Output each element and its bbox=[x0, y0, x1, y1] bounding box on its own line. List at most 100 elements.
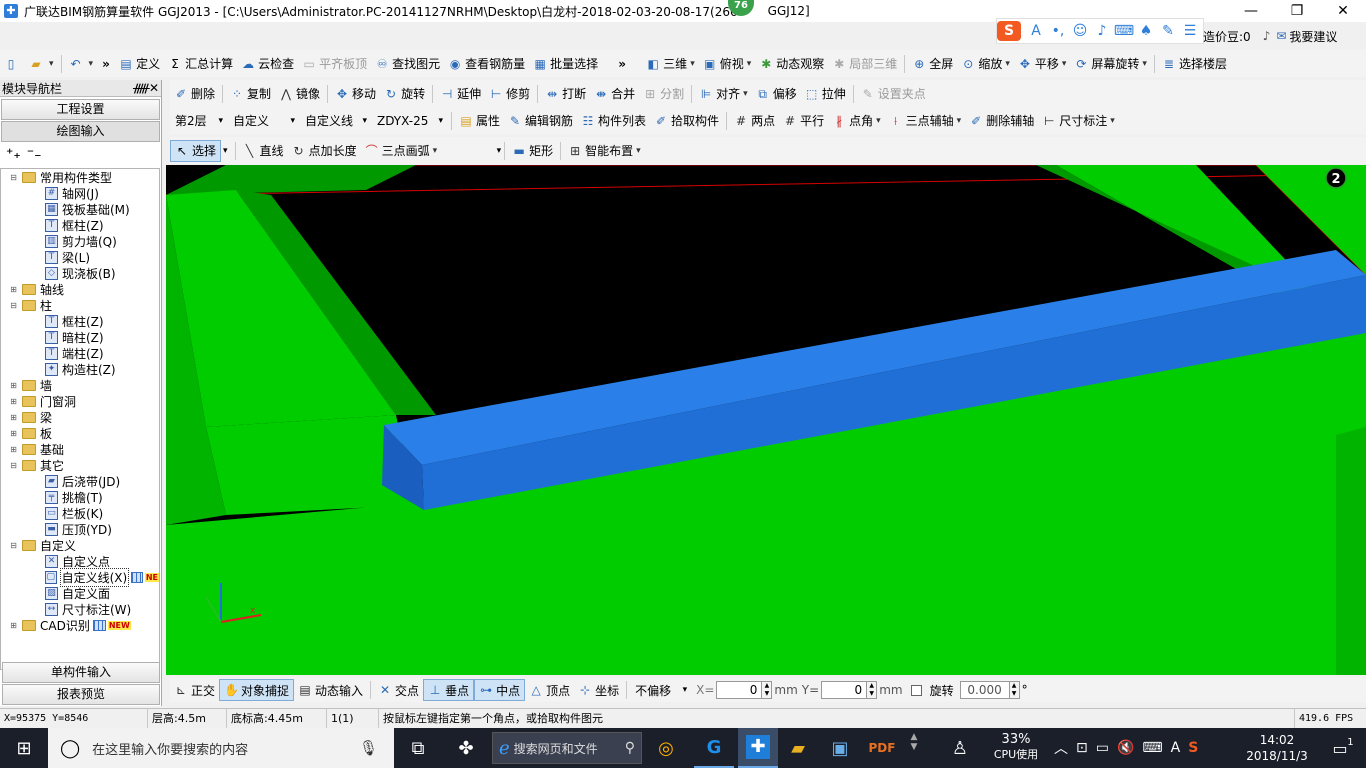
ime-punct-icon[interactable]: •, bbox=[1047, 23, 1069, 39]
y-offset-spinner[interactable]: ▲ ▼ bbox=[867, 681, 878, 699]
tree-item[interactable]: ▭ 栏板(K) bbox=[1, 505, 159, 521]
project-settings-button[interactable]: 工程设置 bbox=[1, 99, 160, 120]
expand-toggle-icon[interactable]: ⊞ bbox=[9, 429, 18, 438]
object-snap-toggle[interactable]: ✋ 对象捕捉 bbox=[219, 679, 295, 701]
new-file-button[interactable]: ▯ bbox=[0, 53, 25, 75]
collapse-toggle-icon[interactable]: ⊟ bbox=[9, 541, 18, 550]
break-button[interactable]: ⇹ 打断 bbox=[541, 83, 590, 105]
collapse-toggle-icon[interactable]: ⊟ bbox=[9, 173, 18, 182]
parallel-axis-button[interactable]: # 平行 bbox=[779, 110, 828, 132]
pinwheel-app-icon[interactable]: ✤ bbox=[446, 728, 486, 768]
open-file-button[interactable]: ▰ bbox=[25, 53, 58, 75]
browser-search-box[interactable]: ℯ 搜索网页和文件 ⚲ bbox=[492, 732, 642, 764]
merge-button[interactable]: ⇼ 合并 bbox=[590, 83, 639, 105]
maximize-button[interactable]: ❐ bbox=[1274, 0, 1320, 22]
tree-folder[interactable]: ⊟ 常用构件类型 bbox=[1, 169, 159, 185]
arc-options-dropdown[interactable]: ▾ bbox=[441, 146, 502, 156]
pick-component-button[interactable]: ✐ 拾取构件 bbox=[650, 110, 723, 132]
select-floor-button[interactable]: ≣ 选择楼层 bbox=[1158, 53, 1231, 75]
tree-item[interactable]: ✦ 构造柱(Z) bbox=[1, 361, 159, 377]
ime-toolbar[interactable]: S A •, ☺ ♪ ⌨ ♠ ✎ ☰ bbox=[996, 18, 1204, 44]
tree-item[interactable]: T 梁(L) bbox=[1, 249, 159, 265]
ortho-toggle[interactable]: ⊾ 正交 bbox=[170, 679, 219, 701]
collapse-all-icon[interactable]: ⁻₋ bbox=[27, 146, 42, 162]
rotate-angle-input[interactable]: 0.000 bbox=[959, 681, 1010, 699]
pin-icon[interactable]: ᚏ bbox=[133, 81, 150, 95]
minimize-button[interactable]: — bbox=[1228, 0, 1274, 22]
copy-button[interactable]: ⁘ 复制 bbox=[226, 83, 275, 105]
ime-menu-icon[interactable]: ☰ bbox=[1179, 23, 1201, 39]
volume-muted-icon[interactable]: 🔇 bbox=[1117, 740, 1134, 756]
tree-item[interactable]: ✕ 自定义点 bbox=[1, 553, 159, 569]
tree-folder[interactable]: ⊞ 墙 bbox=[1, 377, 159, 393]
3d-viewport[interactable]: 2 x bbox=[166, 165, 1366, 675]
type-select[interactable]: 自定义线 ▾ bbox=[300, 111, 372, 131]
expand-toggle-icon[interactable]: ⊞ bbox=[9, 285, 18, 294]
tree-folder[interactable]: ⊟ 自定义 bbox=[1, 537, 159, 553]
x-offset-input[interactable]: 0 bbox=[716, 681, 763, 699]
zoom-button[interactable]: ⊙ 缩放 bbox=[957, 53, 1014, 75]
report-preview-button[interactable]: 报表预览 bbox=[2, 684, 160, 705]
single-component-input-button[interactable]: 单构件输入 bbox=[2, 662, 160, 683]
grid-view-icon[interactable] bbox=[92, 619, 106, 631]
tree-item[interactable]: ▨ 自定义面 bbox=[1, 585, 159, 601]
properties-button[interactable]: ▤ 属性 bbox=[455, 110, 504, 132]
three-point-axis-button[interactable]: ⟊ 三点辅轴 bbox=[885, 110, 966, 132]
ime-tools-icon[interactable]: ✎ bbox=[1157, 23, 1179, 39]
tree-item[interactable]: T 暗柱(Z) bbox=[1, 329, 159, 345]
split-button[interactable]: ⊞ 分割 bbox=[639, 83, 688, 105]
rectangle-tool-button[interactable]: ▬ 矩形 bbox=[508, 140, 557, 162]
extend-button[interactable]: ⊣ 延伸 bbox=[436, 83, 485, 105]
define-button[interactable]: ▤ 定义 bbox=[115, 53, 164, 75]
tree-folder[interactable]: ⊞ 轴线 bbox=[1, 281, 159, 297]
intersection-snap-toggle[interactable]: ✕ 交点 bbox=[374, 679, 423, 701]
tray-device-icon[interactable]: ▭ bbox=[1096, 740, 1109, 756]
tree-item[interactable]: ╤ 挑檐(T) bbox=[1, 489, 159, 505]
suggest-link[interactable]: 我要建议 bbox=[1289, 28, 1337, 45]
screen-rotate-button[interactable]: ⟳ 屏幕旋转 bbox=[1070, 53, 1151, 75]
action-center-button[interactable]: ▭ 1 bbox=[1320, 728, 1360, 768]
orbit-button[interactable]: ✱ 动态观察 bbox=[755, 53, 828, 75]
three-point-arc-button[interactable]: ⌒ 三点画弧 bbox=[361, 140, 442, 162]
y-offset-input[interactable]: 0 bbox=[821, 681, 868, 699]
delete-axis-button[interactable]: ✐ 删除辅轴 bbox=[965, 110, 1038, 132]
sogou-tray-icon[interactable]: S bbox=[1188, 740, 1198, 756]
category-select[interactable]: 自定义 ▾ bbox=[228, 111, 300, 131]
expand-all-icon[interactable]: ⁺₊ bbox=[6, 146, 21, 162]
tree-folder[interactable]: ⊞ 板 bbox=[1, 425, 159, 441]
toolbar-overflow-icon-2[interactable]: » bbox=[602, 57, 642, 71]
task-view-button[interactable]: ⧉ bbox=[398, 728, 438, 768]
smart-layout-button[interactable]: ⊞ 智能布置 bbox=[564, 140, 645, 162]
grid-view-icon[interactable] bbox=[131, 571, 143, 583]
expand-toggle-icon[interactable]: ⊞ bbox=[9, 413, 18, 422]
files-app-icon[interactable]: ▣ bbox=[820, 728, 860, 768]
collapse-toggle-icon[interactable]: ⊟ bbox=[9, 301, 18, 310]
panel-close-icon[interactable]: ✕ bbox=[147, 81, 161, 95]
tree-folder[interactable]: ⊞ 基础 bbox=[1, 441, 159, 457]
network-icon[interactable]: ⊡ bbox=[1076, 740, 1088, 756]
component-list-button[interactable]: ☷ 构件列表 bbox=[577, 110, 650, 132]
point-angle-button[interactable]: ∦ 点角 bbox=[828, 110, 885, 132]
view-rebar-button[interactable]: ◉ 查看钢筋量 bbox=[444, 53, 529, 75]
drawing-input-button[interactable]: 绘图输入 bbox=[1, 121, 160, 142]
batch-select-button[interactable]: ▦ 批量选择 bbox=[529, 53, 602, 75]
tray-expand-icon[interactable]: ︿ bbox=[1054, 738, 1068, 758]
people-icon[interactable]: ♙ bbox=[940, 728, 980, 768]
local-3d-button[interactable]: ✱ 局部三维 bbox=[828, 53, 901, 75]
find-element-button[interactable]: ♾ 查找图元 bbox=[371, 53, 444, 75]
mic-icon[interactable]: 🎙 bbox=[359, 739, 378, 757]
midpoint-snap-toggle[interactable]: ⊶ 中点 bbox=[474, 679, 526, 701]
expand-toggle-icon[interactable]: ⊞ bbox=[9, 381, 18, 390]
set-grip-button[interactable]: ✎ 设置夹点 bbox=[857, 83, 930, 105]
cloud-check-button[interactable]: ☁ 云检查 bbox=[237, 53, 298, 75]
expand-toggle-icon[interactable]: ⊞ bbox=[9, 445, 18, 454]
top-view-button[interactable]: ▣ 俯视 bbox=[699, 53, 756, 75]
floor-select[interactable]: 第2层 ▾ bbox=[170, 111, 228, 131]
vertex-snap-toggle[interactable]: △ 顶点 bbox=[525, 679, 574, 701]
ggj-app-icon[interactable]: ✚ bbox=[738, 728, 778, 768]
toolbar-overflow-icon[interactable]: » bbox=[97, 57, 115, 71]
two-point-axis-button[interactable]: # 两点 bbox=[730, 110, 779, 132]
point-length-tool-button[interactable]: ↻ 点加长度 bbox=[288, 140, 361, 162]
3d-scene[interactable]: 2 x bbox=[166, 165, 1366, 675]
ime-emoji-icon[interactable]: ☺ bbox=[1069, 23, 1091, 39]
